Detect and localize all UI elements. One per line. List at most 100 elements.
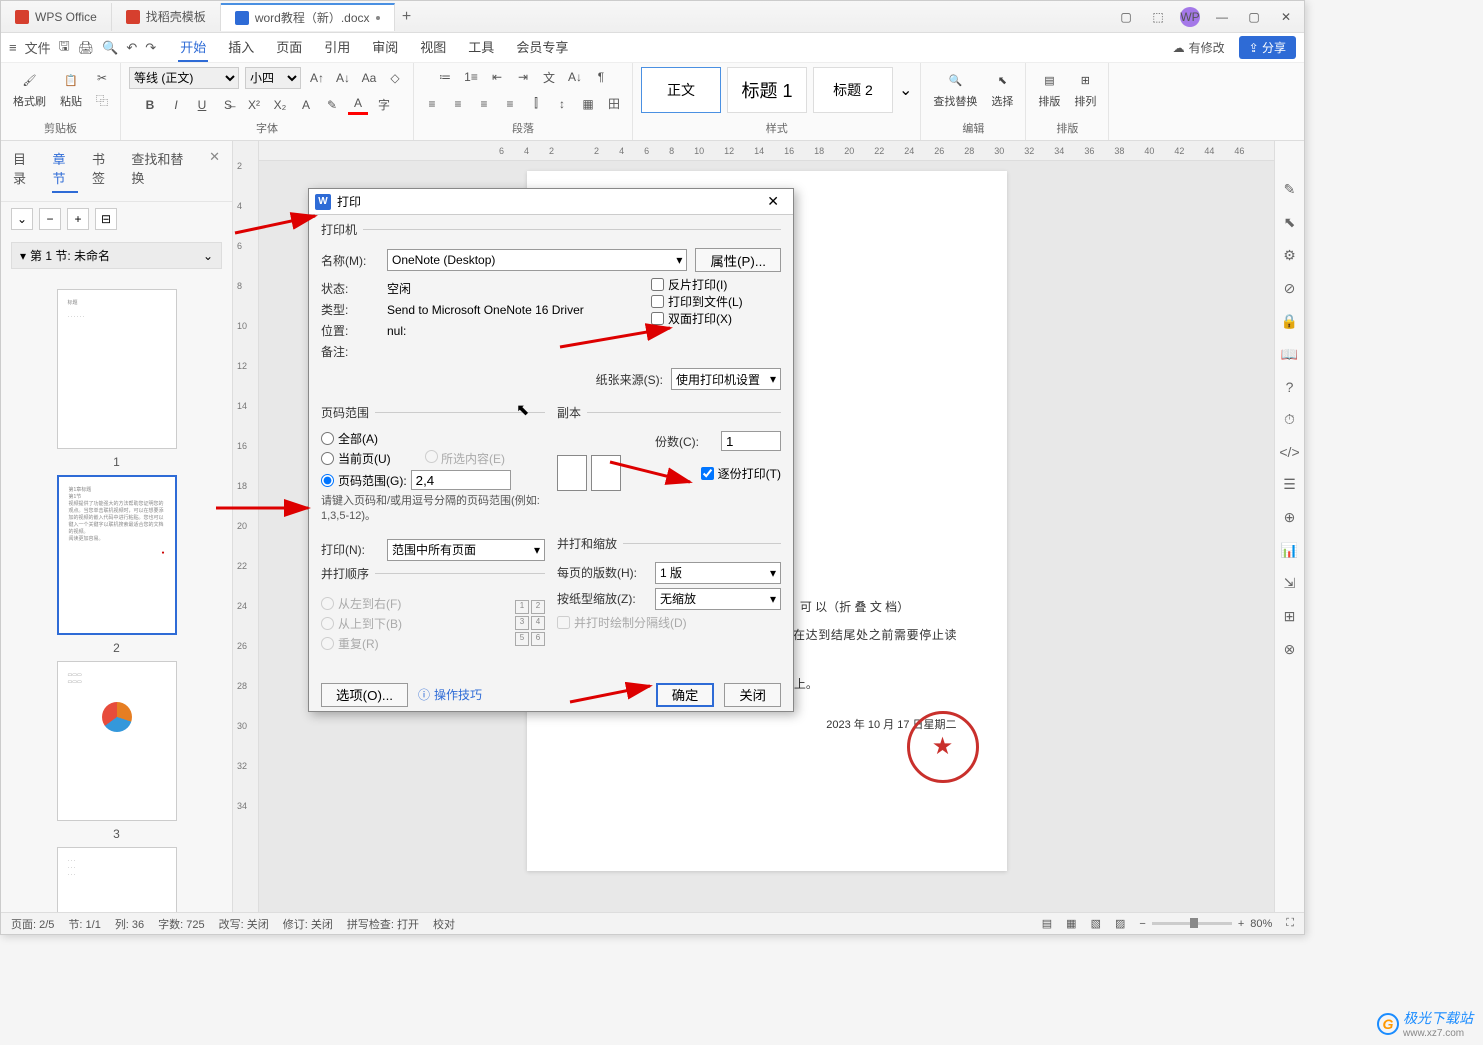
zoom-slider[interactable] [1152, 922, 1232, 925]
dialog-close-button[interactable]: ✕ [759, 193, 787, 210]
zoom-out-icon[interactable]: − [1139, 918, 1145, 930]
decrease-indent-icon[interactable]: ⇤ [487, 67, 507, 87]
page-range-input[interactable] [411, 470, 511, 490]
grow-font-icon[interactable]: A↑ [307, 68, 327, 88]
printer-properties-button[interactable]: 属性(P)... [695, 248, 781, 272]
pages-per-sheet-select[interactable]: 1 版▾ [655, 562, 781, 584]
status-page[interactable]: 页面: 2/5 [11, 916, 54, 932]
minimize-button[interactable]: — [1212, 7, 1232, 27]
scale-to-paper-select[interactable]: 无缩放▾ [655, 588, 781, 610]
duplex-checkbox[interactable] [651, 312, 664, 325]
shading-icon[interactable]: ▦ [578, 94, 598, 114]
maximize-button[interactable]: ▢ [1244, 7, 1264, 27]
sort-icon[interactable]: A↓ [565, 67, 585, 87]
share-button[interactable]: ⇪ 分享 [1239, 36, 1296, 59]
redo-icon[interactable]: ↷ [145, 40, 156, 56]
align-button[interactable]: ⊞排列 [1070, 67, 1100, 111]
page-thumb-1[interactable]: 标题· · · · · · [57, 289, 177, 449]
align-left-icon[interactable]: ≡ [422, 94, 442, 114]
settings-icon[interactable]: ⚙ [1283, 247, 1296, 264]
font-color-icon[interactable]: A [348, 95, 368, 115]
nav-collapse-button[interactable]: ⌄ [11, 208, 33, 230]
status-spell[interactable]: 拼写检查: 打开 [347, 916, 419, 932]
print-icon[interactable]: 🖨 [78, 40, 95, 56]
nav-section-header[interactable]: ▾ 第 1 节: 未命名⌄ [11, 242, 222, 269]
tab-review[interactable]: 审阅 [370, 33, 400, 62]
help-icon[interactable]: ? [1286, 379, 1294, 395]
align-right-icon[interactable]: ≡ [474, 94, 494, 114]
find-replace-button[interactable]: 🔍查找替换 [929, 67, 981, 111]
paste-button[interactable]: 📋粘贴 [56, 67, 86, 111]
line-spacing-icon[interactable]: ↕ [552, 94, 572, 114]
italic-icon[interactable]: I [166, 95, 186, 115]
format-painter-button[interactable]: 🖌格式刷 [9, 67, 50, 111]
print-what-select[interactable]: 范围中所有页面▾ [387, 539, 545, 561]
current-page-radio[interactable] [321, 452, 334, 465]
clear-format-icon[interactable]: ◇ [385, 68, 405, 88]
copy-icon[interactable]: ⿻ [92, 90, 112, 110]
underline-icon[interactable]: U [192, 95, 212, 115]
tips-link[interactable]: ⓘ操作技巧 [418, 686, 482, 703]
nav-close-button[interactable]: ✕ [209, 149, 220, 193]
view-web-icon[interactable]: ▧ [1091, 917, 1101, 930]
book-icon[interactable]: 📖 [1281, 346, 1298, 363]
status-proof[interactable]: 校对 [433, 916, 455, 932]
phonetic-icon[interactable]: 字 [374, 95, 394, 115]
tab-tools[interactable]: 工具 [466, 33, 496, 62]
file-menu[interactable]: 文件 [25, 38, 51, 57]
select-button[interactable]: ⬉选择 [987, 67, 1017, 111]
bold-icon[interactable]: B [140, 95, 160, 115]
superscript-icon[interactable]: X² [244, 95, 264, 115]
borders-icon[interactable]: 田 [604, 94, 624, 114]
tab-insert[interactable]: 插入 [226, 33, 256, 62]
text-direction-icon[interactable]: 文 [539, 67, 559, 87]
view-read-icon[interactable]: ▦ [1066, 917, 1076, 930]
tab-wps-home[interactable]: WPS Office [1, 3, 112, 31]
shrink-font-icon[interactable]: A↓ [333, 68, 353, 88]
lock-icon[interactable]: 🔒 [1281, 313, 1298, 330]
justify-icon[interactable]: ≡ [500, 94, 520, 114]
thumbnails-list[interactable]: 标题· · · · · · 1 第1章标题第1节视频提供了功能强大的方法帮助您证… [1, 275, 232, 912]
status-revise[interactable]: 修订: 关闭 [283, 916, 333, 932]
time-icon[interactable]: ⏱ [1284, 411, 1295, 428]
page-thumb-3[interactable]: ▭▭▭▭▭▭ [57, 661, 177, 821]
nav-tab-bookmarks[interactable]: 书签 [92, 149, 117, 193]
tab-view[interactable]: 视图 [418, 33, 448, 62]
close-panel-icon[interactable]: ⊗ [1284, 641, 1296, 658]
close-window-button[interactable]: ✕ [1276, 7, 1296, 27]
tab-references[interactable]: 引用 [322, 33, 352, 62]
print-to-file-checkbox[interactable] [651, 295, 664, 308]
font-name-select[interactable]: 等线 (正文) [129, 67, 239, 89]
nav-merge-button[interactable]: ⊟ [95, 208, 117, 230]
zoom-value[interactable]: 80% [1250, 918, 1272, 930]
chart-icon[interactable]: 📊 [1281, 542, 1298, 559]
close-button[interactable]: 关闭 [724, 683, 781, 707]
subscript-icon[interactable]: X₂ [270, 95, 290, 115]
all-pages-radio[interactable] [321, 432, 334, 445]
tab-page[interactable]: 页面 [274, 33, 304, 62]
style-heading2[interactable]: 标题 2 [813, 67, 893, 113]
view-outline-icon[interactable]: ▨ [1115, 917, 1125, 930]
list-icon[interactable]: ☰ [1283, 476, 1296, 493]
paper-source-select[interactable]: 使用打印机设置▾ [671, 368, 781, 390]
highlight-icon[interactable]: ✎ [322, 95, 342, 115]
grid-icon[interactable]: ⊞ [1284, 608, 1296, 625]
tab-document[interactable]: word教程（新）.docx [221, 3, 395, 31]
bullets-icon[interactable]: ≔ [435, 67, 455, 87]
cut-icon[interactable]: ✂ [92, 68, 112, 88]
style-heading1[interactable]: 标题 1 [727, 67, 807, 113]
page-thumb-2[interactable]: 第1章标题第1节视频提供了功能强大的方法帮助您证明您的观点。当您单击联机视频时，… [57, 475, 177, 635]
printer-name-select[interactable]: OneNote (Desktop)▾ [387, 249, 687, 271]
undo-icon[interactable]: ↶ [126, 40, 137, 56]
options-button[interactable]: 选项(O)... [321, 683, 408, 707]
limit-icon[interactable]: ⊘ [1284, 280, 1296, 297]
status-overwrite[interactable]: 改写: 关闭 [219, 916, 269, 932]
tab-home[interactable]: 开始 [178, 33, 208, 62]
user-avatar[interactable]: WP [1180, 7, 1200, 27]
font-size-select[interactable]: 小四 [245, 67, 301, 89]
status-section[interactable]: 节: 1/1 [68, 916, 100, 932]
page-thumb-4[interactable]: · · ·· · ·· · · [57, 847, 177, 912]
nav-tab-toc[interactable]: 目录 [13, 149, 38, 193]
save-icon[interactable]: 🖫 [59, 37, 70, 59]
nav-tab-find[interactable]: 查找和替换 [131, 149, 195, 193]
